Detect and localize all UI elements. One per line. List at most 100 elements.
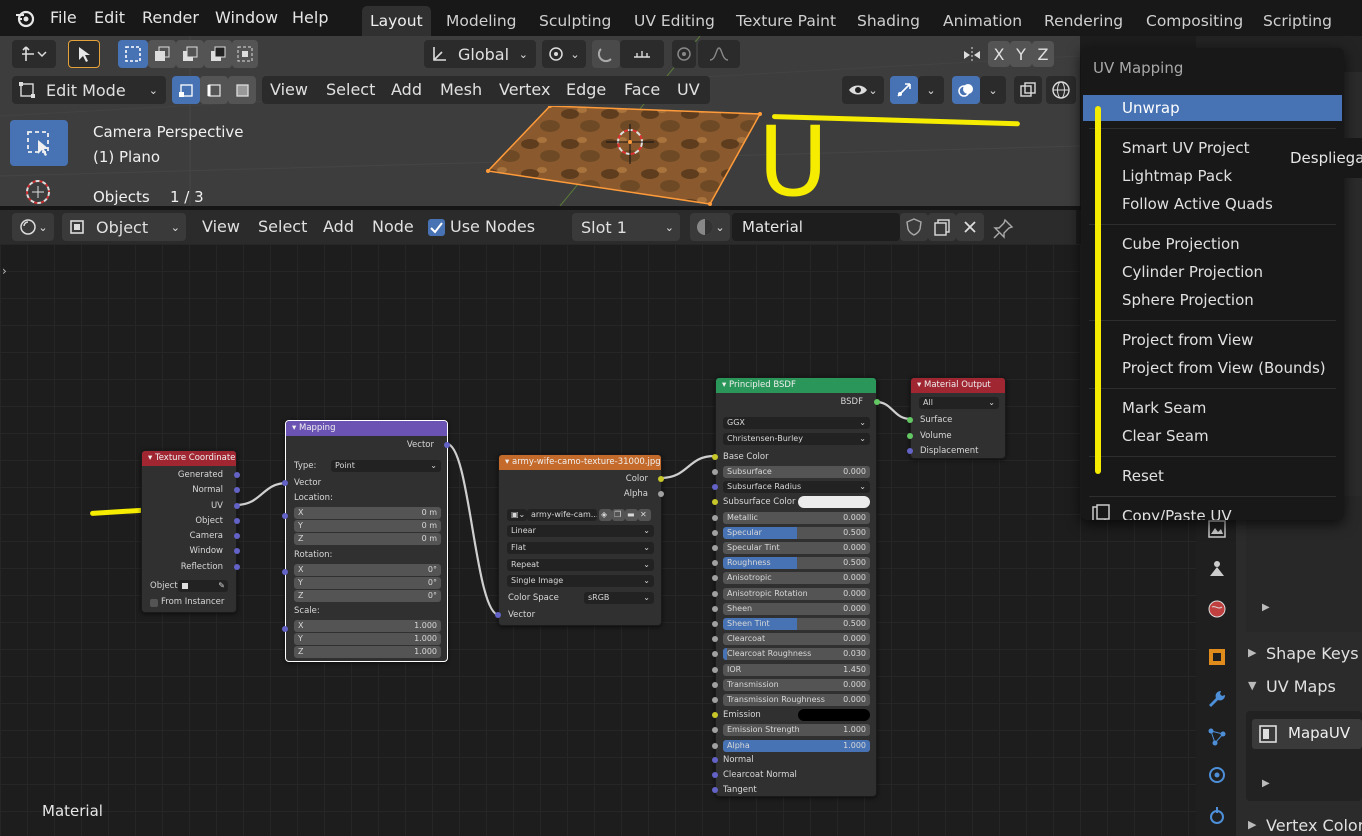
scale-input-socket[interactable]	[282, 626, 288, 632]
tab-modeling[interactable]: Modeling	[438, 6, 525, 36]
xray-toggle-button[interactable]	[1014, 76, 1042, 104]
tab-shading[interactable]: Shading	[849, 6, 928, 36]
mapping-node[interactable]: ▾ Mapping Vector Type: Point ⌄ Vector Loc…	[282, 420, 450, 662]
select-box-tool[interactable]	[10, 120, 68, 166]
node-header[interactable]: ▾ Texture Coordinate	[142, 451, 236, 466]
node-menu-view[interactable]: View	[202, 217, 240, 236]
extension-dropdown[interactable]: Repeat ⌄	[507, 559, 654, 571]
input-socket[interactable]	[712, 545, 718, 551]
menu-face[interactable]: Face	[624, 80, 660, 99]
uv-mapping-menu[interactable]: UV Mapping Unwrap Smart UV Project Light…	[1081, 48, 1344, 520]
location-input-socket[interactable]	[282, 513, 288, 519]
rotation-x-field[interactable]: X 0°	[294, 564, 441, 576]
surface-input-socket[interactable]	[907, 417, 913, 423]
collapse-arrow-icon[interactable]: ▾	[917, 380, 921, 390]
mapping-type-dropdown[interactable]: Point ⌄	[331, 460, 441, 472]
color-space-dropdown[interactable]: sRGB ⌄	[584, 592, 654, 604]
input-socket[interactable]	[712, 697, 718, 703]
location-y-field[interactable]: Y 0 m	[294, 520, 441, 532]
bsdf-value-field[interactable]: Roughness 0.500	[723, 557, 870, 569]
menu-vertex[interactable]: Vertex	[499, 80, 550, 99]
input-socket[interactable]	[712, 682, 718, 688]
input-socket[interactable]	[712, 621, 718, 627]
menu-render[interactable]: Render	[142, 8, 199, 27]
menu-item-project-from-view[interactable]: Project from View	[1081, 327, 1344, 353]
face-select-mode-button[interactable]	[228, 76, 256, 104]
overlays-toggle-button[interactable]	[952, 76, 980, 104]
shader-type-dropdown[interactable]: Object ⌄	[62, 213, 186, 241]
select-subtract-mode-button[interactable]	[176, 40, 204, 68]
menu-edge[interactable]: Edge	[566, 80, 606, 99]
bsdf-value-field[interactable]: Clearcoat 0.000	[723, 633, 870, 645]
from-instancer-checkbox[interactable]	[150, 599, 158, 607]
proportional-falloff-dropdown[interactable]	[698, 40, 740, 68]
menu-item-clear-seam[interactable]: Clear Seam	[1081, 423, 1344, 449]
mirror-options-icon[interactable]	[962, 46, 982, 64]
output-socket[interactable]	[234, 487, 240, 493]
alpha-output-socket[interactable]	[658, 491, 664, 497]
menu-view[interactable]: View	[270, 80, 308, 99]
image-fake-user-button[interactable]: ◈	[599, 509, 612, 521]
transform-tool-button[interactable]	[12, 40, 56, 68]
browse-material-button[interactable]: ⌄	[690, 213, 730, 241]
render-properties-tab[interactable]	[1206, 518, 1228, 540]
bsdf-value-field[interactable]: Transmission Roughness 0.000	[723, 694, 870, 706]
input-socket[interactable]	[712, 606, 718, 612]
wireframe-shading-button[interactable]	[1046, 76, 1076, 104]
snap-target-dropdown[interactable]	[620, 40, 664, 68]
constraints-properties-tab[interactable]	[1206, 804, 1228, 826]
use-nodes-checkbox[interactable]	[428, 219, 445, 236]
tab-compositing[interactable]: Compositing	[1138, 6, 1251, 36]
modifier-properties-tab[interactable]	[1206, 688, 1228, 710]
bsdf-output-socket[interactable]	[874, 399, 880, 405]
select-tool-button[interactable]	[68, 40, 100, 68]
mirror-z-button[interactable]: Z	[1032, 41, 1054, 67]
scale-y-field[interactable]: Y 1.000	[294, 633, 441, 645]
image-unlink-button[interactable]: ✕	[638, 509, 651, 521]
uv-output-socket[interactable]	[234, 503, 240, 509]
menu-add[interactable]: Add	[391, 80, 422, 99]
bsdf-value-field[interactable]: Anisotropic 0.000	[723, 572, 870, 584]
tab-layout[interactable]: Layout	[362, 6, 431, 36]
bsdf-value-field[interactable]: Specular Tint 0.000	[723, 542, 870, 554]
input-socket[interactable]	[712, 515, 718, 521]
target-dropdown[interactable]: All ⌄	[919, 397, 999, 409]
viewport-3d[interactable]: Global ⌄ ⌄ X Y Z Edit Mode ⌄ View Select…	[0, 36, 1080, 206]
eyedropper-icon[interactable]: ✎	[218, 580, 225, 592]
gizmo-toggle-button[interactable]	[890, 76, 918, 104]
duplicate-material-button[interactable]	[928, 213, 956, 241]
output-socket[interactable]	[234, 564, 240, 570]
overlays-dropdown[interactable]: ⌄	[980, 76, 1006, 104]
menu-help[interactable]: Help	[292, 8, 328, 27]
menu-item-sphere-projection[interactable]: Sphere Projection	[1081, 287, 1344, 313]
tab-uv-editing[interactable]: UV Editing	[626, 6, 723, 36]
uv-map-item[interactable]: MapaUV	[1252, 719, 1362, 749]
cursor-tool[interactable]	[20, 176, 56, 206]
proportional-edit-button[interactable]	[672, 40, 696, 68]
panel-vertex-colors[interactable]: Vertex Colors	[1266, 816, 1362, 835]
node-header[interactable]: ▾ Mapping	[286, 421, 447, 436]
world-properties-tab[interactable]	[1206, 598, 1228, 620]
vertex-select-mode-button[interactable]	[172, 76, 200, 104]
texture-coordinate-node[interactable]: ▾ Texture Coordinate Generated Normal UV…	[141, 450, 240, 613]
bsdf-value-field[interactable]: Clearcoat Roughness 0.030	[723, 648, 870, 660]
gizmo-dropdown[interactable]: ⌄	[918, 76, 944, 104]
visibility-dropdown[interactable]: ⌄	[842, 76, 884, 104]
normal-input-socket[interactable]	[712, 757, 718, 763]
collapse-arrow-icon[interactable]: ▾	[505, 457, 509, 467]
input-socket[interactable]	[712, 575, 718, 581]
collapse-arrow-icon[interactable]: ▾	[722, 380, 726, 390]
source-dropdown[interactable]: Single Image ⌄	[507, 575, 654, 587]
expand-arrow-icon[interactable]: ▶	[1262, 778, 1270, 789]
expand-arrow-icon[interactable]: ▶	[1248, 646, 1256, 659]
vector-input-socket[interactable]	[282, 480, 288, 486]
input-socket[interactable]	[712, 484, 718, 490]
object-properties-tab[interactable]	[1206, 646, 1228, 668]
object-picker-field[interactable]: ✎	[178, 580, 228, 592]
menu-item-mark-seam[interactable]: Mark Seam	[1081, 395, 1344, 421]
collapse-arrow-icon[interactable]: ▾	[292, 423, 296, 433]
color-output-socket[interactable]	[658, 476, 664, 482]
select-intersect-mode-button[interactable]	[232, 40, 258, 68]
image-copy-button[interactable]: ❐	[612, 509, 625, 521]
select-extend-mode-button[interactable]	[148, 40, 176, 68]
